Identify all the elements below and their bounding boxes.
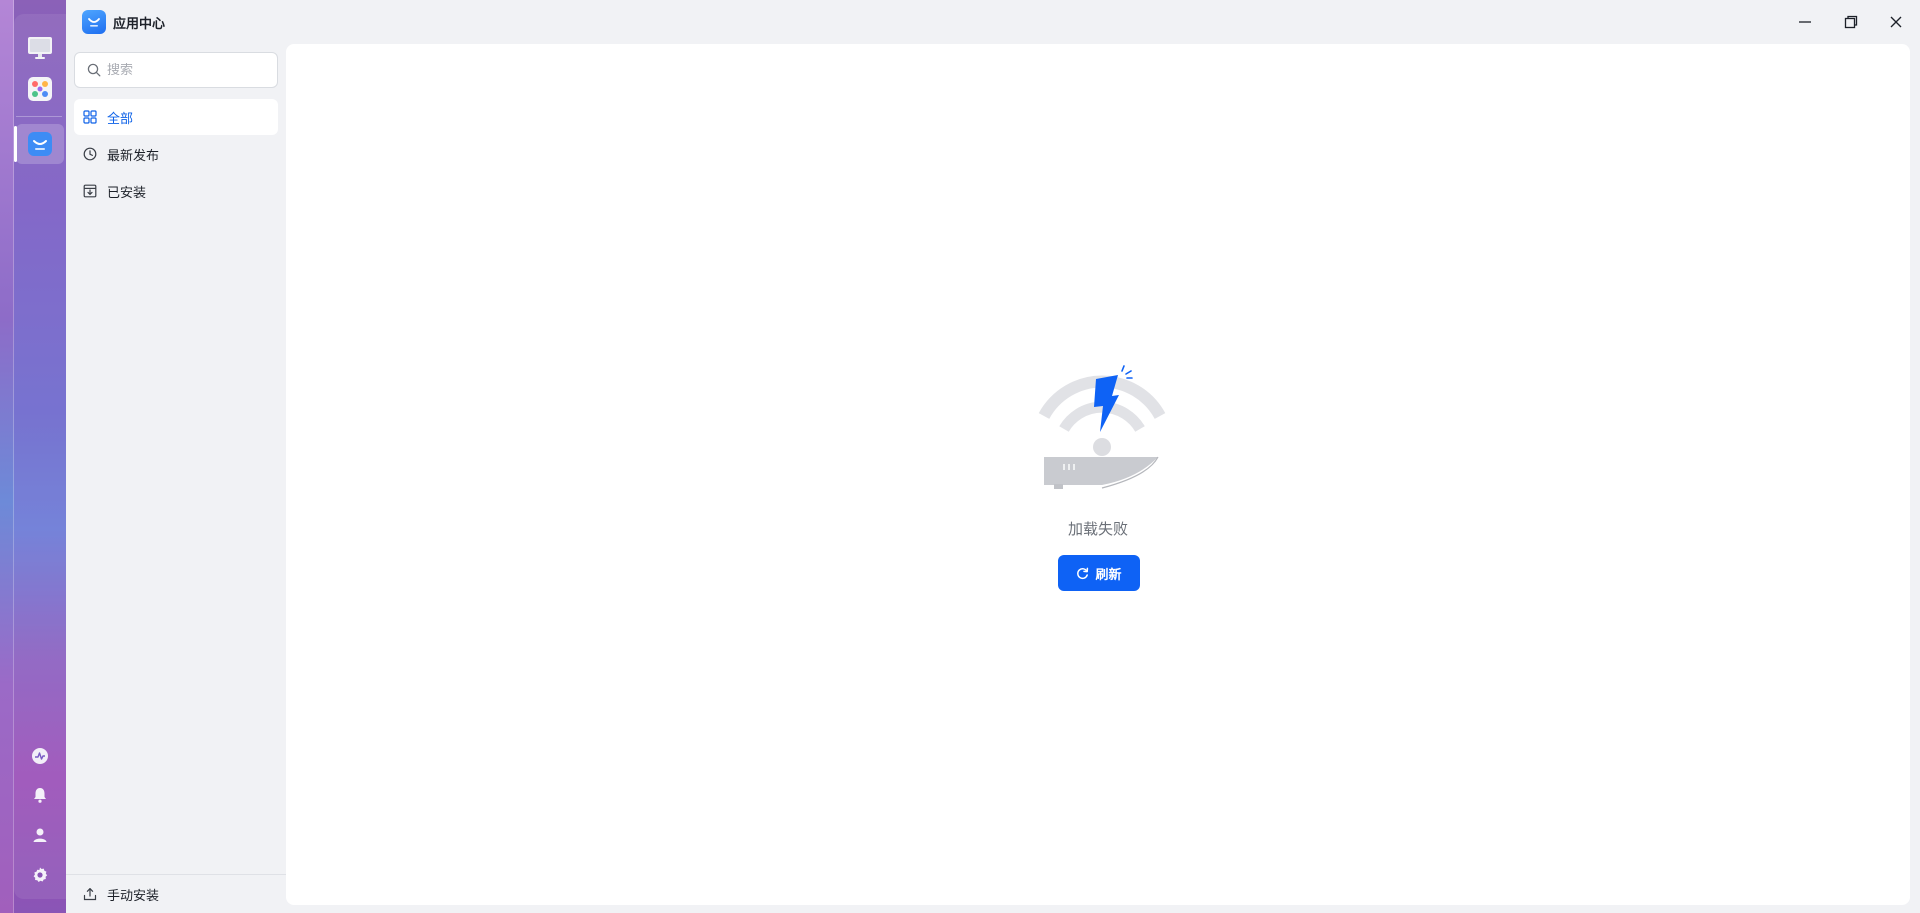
archive-icon — [82, 183, 98, 199]
performance-icon[interactable] — [27, 743, 53, 769]
refresh-label: 刷新 — [1095, 567, 1122, 583]
title-bar: 应用中心 — [66, 0, 1920, 44]
dock-active-indicator — [14, 126, 17, 162]
manual-install-button[interactable]: 手动安装 — [66, 874, 286, 913]
network-error-illustration — [1038, 365, 1166, 489]
sidebar-item-label: 全部 — [107, 111, 134, 127]
sidebar-item-all[interactable]: 全部 — [74, 99, 278, 135]
sidebar-item-label: 最新发布 — [107, 148, 160, 164]
bell-icon[interactable] — [27, 782, 53, 808]
refresh-icon — [1076, 567, 1089, 580]
main-content: 加载失败 刷新 — [286, 44, 1910, 905]
close-button[interactable] — [1883, 10, 1909, 34]
app-center-dock-icon[interactable] — [27, 131, 53, 157]
refresh-button[interactable]: 刷新 — [1058, 555, 1140, 591]
manual-install-label: 手动安装 — [107, 888, 160, 904]
user-icon[interactable] — [27, 822, 53, 848]
sidebar-item-latest[interactable]: 最新发布 — [74, 136, 278, 172]
dock-separator — [16, 116, 62, 117]
minimize-icon — [1799, 21, 1811, 23]
app-center-logo-icon — [82, 10, 106, 34]
maximize-button[interactable] — [1838, 10, 1864, 34]
window-title: 应用中心 — [113, 17, 166, 32]
minimize-button[interactable] — [1792, 10, 1818, 34]
search-box[interactable] — [74, 52, 278, 88]
close-icon — [1890, 16, 1902, 28]
search-input[interactable] — [107, 62, 267, 78]
sidebar-item-label: 已安装 — [107, 185, 147, 201]
search-icon — [87, 63, 101, 77]
app-launcher-icon[interactable] — [27, 76, 53, 102]
wallpaper-strip — [0, 0, 14, 913]
gear-icon[interactable] — [27, 862, 53, 888]
grid-icon — [82, 109, 98, 125]
sidebar-item-installed[interactable]: 已安装 — [74, 173, 278, 209]
desktop-icon[interactable] — [27, 35, 53, 61]
upload-icon — [82, 886, 98, 902]
load-failed-message: 加载失败 — [1067, 520, 1128, 538]
app-center-window: 应用中心 搜索 全部 最新发布 已安装 手动安装 加载失败 刷新 — [66, 0, 1920, 913]
clock-icon — [82, 146, 98, 162]
sidebar: 全部 最新发布 已安装 — [66, 44, 286, 913]
restore-icon — [1844, 15, 1858, 29]
desktop-dock — [0, 0, 66, 913]
